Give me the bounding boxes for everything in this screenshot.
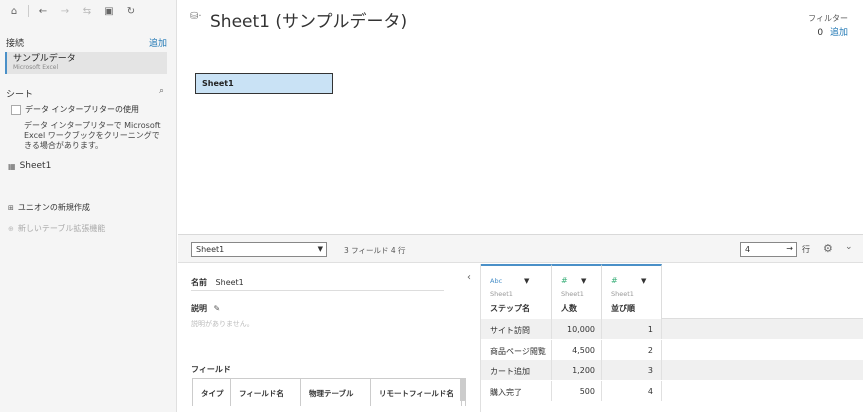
column-name: 並び順 (611, 304, 635, 313)
cell-count: 500 (552, 381, 602, 401)
extension-icon: ⊕ (8, 224, 14, 233)
interpreter-description: データ インタープリターで Microsoft Excel ワークブックをクリー… (24, 121, 161, 150)
fields-col-physical-table[interactable]: 物理テーブル (301, 379, 371, 406)
interpreter-checkbox[interactable] (11, 104, 21, 115)
left-pane: ⌂ ← → ⇆ ▣ ↻ 接続 追加 サンプルデータ Microsoft Exce… (0, 0, 177, 412)
new-union-item[interactable]: ⊞ ユニオンの新規作成 (8, 202, 90, 213)
description-label: 説明 (191, 304, 207, 313)
fields-col-remote-name[interactable]: リモートフィールド名 (371, 379, 462, 406)
new-union-label: ユニオンの新規作成 (17, 203, 90, 212)
rows-label: 行 (802, 245, 810, 254)
refresh-icon[interactable]: ↻ (123, 3, 139, 19)
sheet-item-label: Sheet1 (19, 161, 52, 171)
home-icon[interactable]: ⌂ (6, 3, 22, 19)
cell-step: 購入完了 (481, 381, 552, 401)
fields-summary: 3 フィールド 4 行 (344, 246, 406, 255)
connection-type: Microsoft Excel (13, 64, 59, 71)
name-value[interactable]: Sheet1 (216, 278, 244, 287)
name-row: 名前 Sheet1 (191, 277, 444, 291)
canvas-table-box[interactable]: Sheet1 (195, 73, 333, 94)
add-connection-link[interactable]: 追加 (149, 36, 167, 49)
datasource-icon: ⛁· (190, 11, 202, 22)
description-empty: 説明がありません。 (191, 320, 254, 328)
grid-header-empty (662, 264, 863, 319)
column-source: Sheet1 (490, 290, 513, 298)
table-select-value: Sheet1 (196, 245, 225, 254)
cell-count: 10,000 (552, 319, 602, 339)
cell-step: カート追加 (481, 360, 552, 380)
toolbar: ⌂ ← → ⇆ ▣ ↻ (0, 0, 177, 22)
connections-heading: 接続 (6, 39, 25, 49)
cell-order: 4 (602, 381, 662, 401)
rows-input-value: 4 (745, 245, 751, 254)
arrow-right-icon[interactable]: → (786, 244, 793, 253)
search-icon[interactable]: ⌕ (159, 86, 164, 96)
add-filter-link[interactable]: 追加 (830, 28, 848, 38)
union-icon: ⊞ (8, 203, 14, 212)
table-row: 商品ページ閲覧 4,500 2 (481, 340, 863, 360)
table-row: 購入完了 500 4 (481, 381, 863, 401)
grid-toolbar: Sheet1 ▼ 3 フィールド 4 行 4 → 行 ⚙ ⌄ (178, 234, 863, 263)
cell-order: 1 (602, 319, 662, 339)
collapse-icon[interactable]: ‹ (467, 272, 471, 283)
table-select[interactable]: Sheet1 ▼ (191, 242, 327, 257)
table-row: カート追加 1,200 3 (481, 360, 863, 380)
table-icon: ▦ (8, 161, 16, 171)
back-icon[interactable]: ← (35, 3, 51, 19)
filter-count: 0 (817, 28, 824, 38)
save-icon[interactable]: ▣ (101, 3, 117, 19)
app-window: ⌂ ← → ⇆ ▣ ↻ 接続 追加 サンプルデータ Microsoft Exce… (0, 0, 863, 412)
column-name: ステップ名 (490, 304, 530, 313)
connection-name: サンプルデータ (13, 54, 76, 64)
column-header[interactable]: # ▼ Sheet1 並び順 (602, 264, 662, 319)
column-source: Sheet1 (611, 290, 634, 298)
connection-item[interactable]: サンプルデータ Microsoft Excel (5, 52, 167, 74)
table-row: サイト訪問 10,000 1 (481, 319, 863, 339)
interpreter-row[interactable]: データ インタープリターの使用 (11, 104, 139, 115)
sheet-item[interactable]: ▦ Sheet1 (8, 161, 51, 171)
connect-icon[interactable]: ⇆ (79, 3, 95, 19)
name-label: 名前 (191, 278, 207, 287)
cell-count: 4,500 (552, 340, 602, 360)
scrollbar[interactable] (460, 379, 465, 401)
cell-step: サイト訪問 (481, 319, 552, 339)
cell-order: 3 (602, 360, 662, 380)
column-header[interactable]: # ▼ Sheet1 人数 (552, 264, 602, 319)
column-header[interactable]: Abc ▼ Sheet1 ステップ名 (481, 264, 552, 319)
table-extension-label: 新しいテーブル拡張機能 (17, 224, 106, 233)
column-name: 人数 (561, 304, 577, 313)
fields-col-type[interactable]: タイプ (193, 379, 231, 406)
chevron-down-icon[interactable]: ⌄ (845, 242, 853, 252)
cell-count: 1,200 (552, 360, 602, 380)
page-title[interactable]: Sheet1 (サンプルデータ) (210, 7, 407, 32)
string-type-icon[interactable]: Abc (490, 277, 524, 285)
forward-icon[interactable]: → (57, 3, 73, 19)
filter-row: 0 追加 (817, 25, 848, 38)
filter-label: フィルター (808, 14, 848, 23)
fields-table-header: タイプ フィールド名 物理テーブル リモートフィールド名 (192, 378, 466, 406)
description-row: 説明 ✎ (191, 303, 220, 314)
rows-input[interactable]: 4 → (740, 242, 797, 257)
number-type-icon[interactable]: # (561, 276, 581, 285)
cell-step: 商品ページ閲覧 (481, 340, 552, 360)
cell-order: 2 (602, 340, 662, 360)
pencil-icon[interactable]: ✎ (214, 304, 221, 313)
sheets-heading: シート (6, 90, 34, 100)
column-menu-icon[interactable]: ▼ (581, 277, 586, 285)
column-source: Sheet1 (561, 290, 584, 298)
gear-icon[interactable]: ⚙ (823, 242, 833, 255)
metadata-panel: ‹ 名前 Sheet1 説明 ✎ 説明がありません。 フィールド タイプ フィー… (178, 264, 481, 412)
column-menu-icon[interactable]: ▼ (641, 277, 646, 285)
interpreter-label: データ インタープリターの使用 (25, 105, 140, 114)
table-extension-item: ⊕ 新しいテーブル拡張機能 (8, 223, 105, 234)
number-type-icon[interactable]: # (611, 276, 641, 285)
fields-col-name[interactable]: フィールド名 (231, 379, 301, 406)
data-grid: Abc ▼ Sheet1 ステップ名 # ▼ Sheet1 人数 # ▼ Sheet1… (481, 264, 863, 412)
dropdown-arrow-icon: ▼ (317, 245, 323, 253)
column-menu-icon[interactable]: ▼ (524, 277, 529, 285)
fields-heading: フィールド (191, 365, 231, 374)
toolbar-divider (28, 5, 29, 17)
